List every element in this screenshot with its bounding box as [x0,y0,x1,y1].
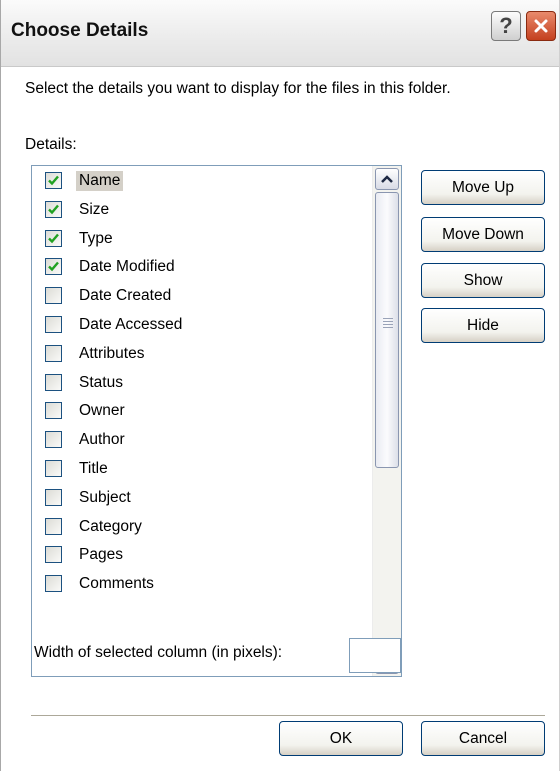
checkbox[interactable] [45,344,62,362]
checkmark-icon [48,204,59,215]
list-item[interactable]: Author [32,427,372,456]
help-button[interactable]: ? [491,11,521,41]
list-item-label: Category [79,517,142,535]
checkbox[interactable] [45,258,62,276]
list-item[interactable]: Comments [32,571,372,600]
checkbox[interactable] [45,373,62,391]
list-item[interactable]: Category [32,514,372,543]
list-item[interactable]: Owner [32,398,372,427]
checkmark-icon [48,233,59,243]
details-listbox[interactable]: Name Size Type Date Modified Date Created Dat… [31,165,402,677]
list-item-label: Subject [79,488,131,506]
dialog-body: Select the details you want to display f… [1,67,559,771]
scroll-grip-icon [383,318,393,330]
vertical-scrollbar[interactable] [372,166,401,676]
checkbox[interactable] [45,517,62,535]
list-item-label: Date Modified [79,258,175,276]
footer-divider [31,715,545,717]
list-item[interactable]: Attributes [32,341,372,370]
scroll-up-button[interactable] [375,168,399,190]
list-item-label: Comments [79,575,154,593]
dialog-title: Choose Details [11,20,149,41]
list-item-label: Author [79,431,125,449]
list-item-label: Name [76,171,124,191]
list-item[interactable]: Name [32,168,372,197]
cancel-button[interactable]: Cancel [421,721,545,756]
list-item-label: Pages [79,546,123,564]
list-item-label: Size [79,200,110,218]
checkbox[interactable] [45,200,62,218]
move-up-button[interactable]: Move Up [421,170,545,205]
checkmark-icon [48,175,59,186]
scroll-thumb[interactable] [375,192,399,468]
list-item-label: Date Created [79,287,172,305]
list-item-label: Type [79,229,113,247]
list-item-label: Date Accessed [79,316,183,333]
move-down-button[interactable]: Move Down [421,217,545,252]
help-icon: ? [499,13,513,38]
close-icon [534,19,548,33]
list-item[interactable]: Pages [32,542,372,571]
checkbox[interactable] [45,488,62,506]
checkbox[interactable] [45,460,62,477]
checkbox[interactable] [45,431,62,449]
details-label: Details: [25,136,77,153]
list-item[interactable]: Title [32,456,372,485]
checkmark-icon [48,262,59,272]
close-button[interactable] [526,11,556,41]
list-item[interactable]: Date Created [32,283,372,312]
list-item-label: Title [79,460,108,477]
list-item-label: Owner [79,402,125,420]
checkbox[interactable] [45,172,62,189]
instruction-text: Select the details you want to display f… [25,80,451,97]
title-bar[interactable]: Choose Details ? [1,0,559,67]
ok-button[interactable]: OK [279,721,403,756]
list-item[interactable]: Status [32,370,372,399]
checkbox[interactable] [45,287,62,305]
list-item[interactable]: Date Modified [32,254,372,283]
checkbox[interactable] [45,575,62,593]
list-item[interactable]: Size [32,197,372,226]
list-item-label: Attributes [79,344,145,362]
checkbox[interactable] [45,402,62,420]
chevron-up-icon [381,175,393,183]
checkbox[interactable] [45,546,62,564]
list-item[interactable]: Type [32,226,372,255]
list-item[interactable]: Date Accessed [32,312,372,341]
hide-button[interactable]: Hide [421,308,545,343]
checkbox[interactable] [45,316,62,333]
checkbox[interactable] [45,229,62,247]
show-button[interactable]: Show [421,263,545,298]
column-width-label: Width of selected column (in pixels): [34,644,283,661]
list-item[interactable]: Subject [32,485,372,514]
column-width-input[interactable] [349,638,401,673]
list-item-label: Status [79,373,123,391]
choose-details-dialog: Choose Details ? Select the details you … [0,0,560,771]
